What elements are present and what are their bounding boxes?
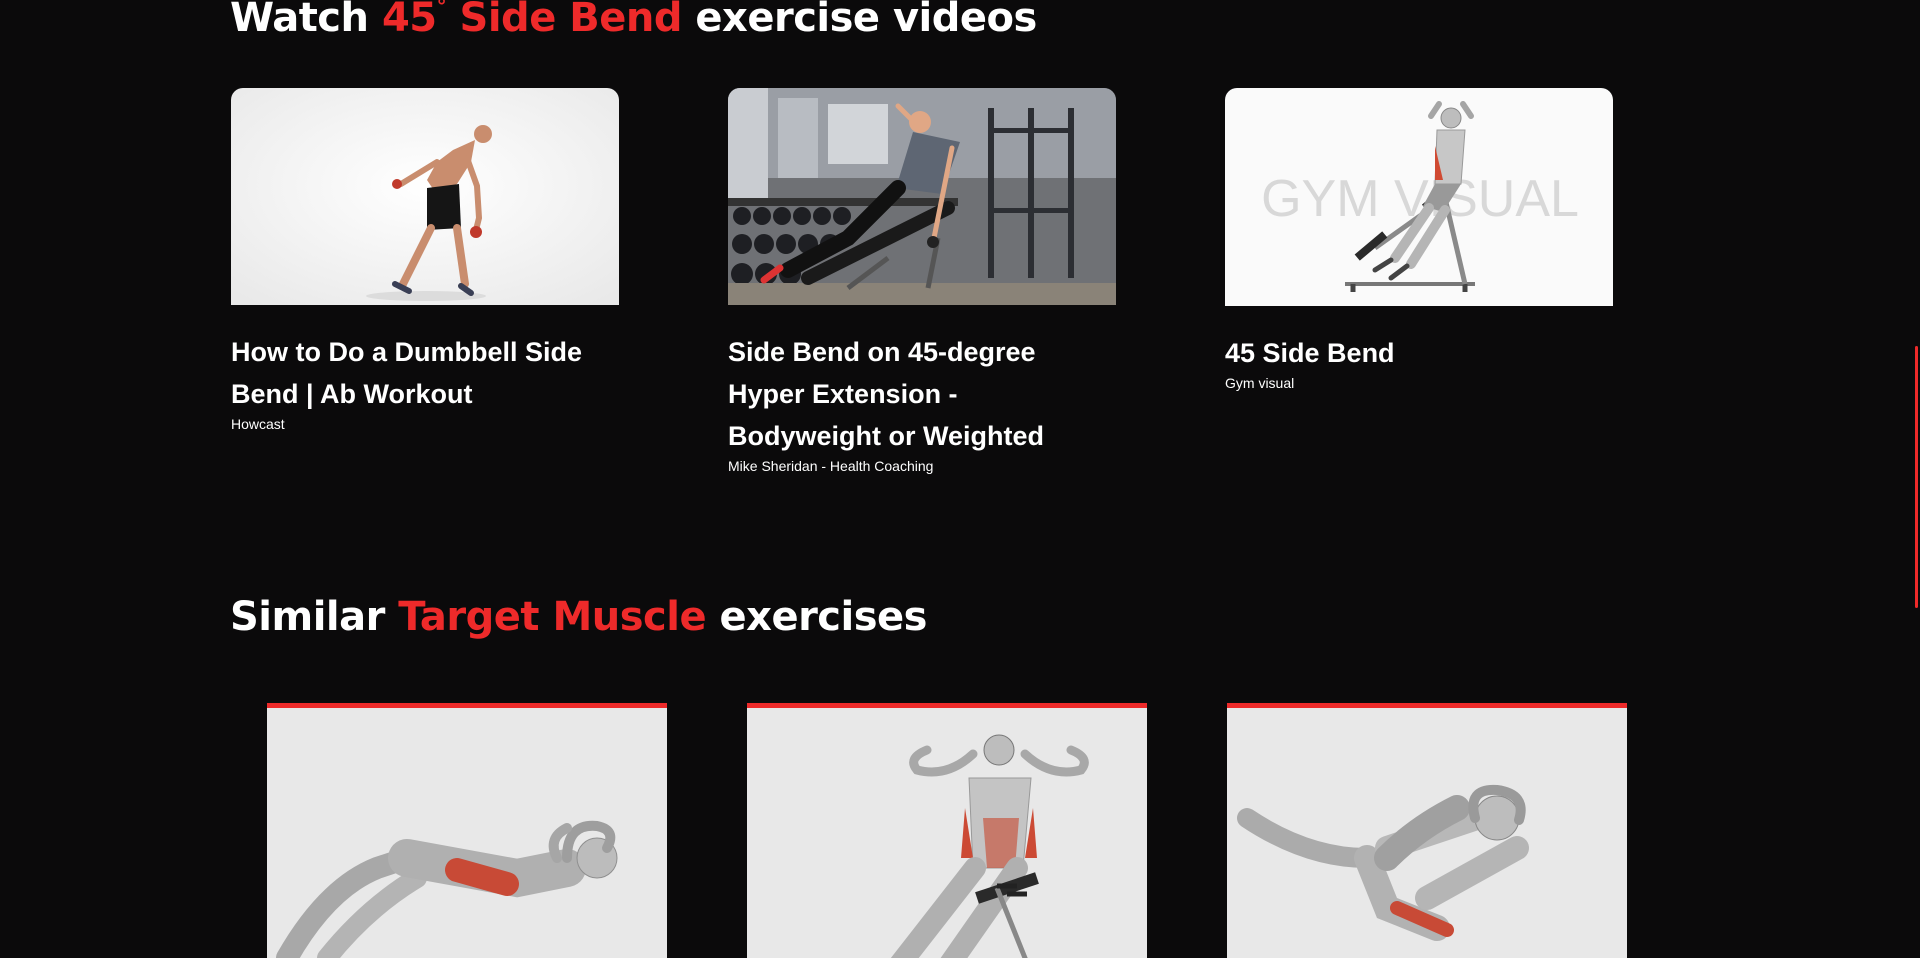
videos-title-accent-main: 45 xyxy=(381,0,437,41)
similar-title-accent: Target Muscle xyxy=(398,594,707,640)
incline-bench-twist-illustration-icon xyxy=(747,708,1147,958)
video-thumbnail-2[interactable] xyxy=(728,88,1116,305)
page: Watch 45° Side Bend exercise videos How … xyxy=(0,0,1920,958)
video-card-3[interactable]: GYM VISUAL 45 Side Bend Gym visual xyxy=(1225,88,1613,392)
exercise-card-2[interactable] xyxy=(747,703,1147,958)
similar-section-title: Similar Target Muscle exercises xyxy=(230,594,927,640)
scrollbar-thumb[interactable] xyxy=(1915,346,1918,608)
videos-title-accent: 45° Side Bend xyxy=(381,0,683,41)
video-channel-2: Mike Sheridan - Health Coaching xyxy=(728,458,934,474)
hyperextension-gym-thumbnail-icon xyxy=(728,88,1116,305)
degree-symbol: ° xyxy=(436,0,447,18)
video-title-1[interactable]: How to Do a Dumbbell Side Bend | Ab Work… xyxy=(231,331,619,415)
video-thumbnail-3[interactable]: GYM VISUAL xyxy=(1225,88,1613,306)
video-channel-3: Gym visual xyxy=(1225,375,1295,391)
similar-title-suffix: exercises xyxy=(719,594,928,640)
video-card-1[interactable]: How to Do a Dumbbell Side Bend | Ab Work… xyxy=(231,88,619,433)
video-title-2[interactable]: Side Bend on 45-degree Hyper Extension -… xyxy=(728,331,1116,457)
video-card-2[interactable]: Side Bend on 45-degree Hyper Extension -… xyxy=(728,88,1116,475)
lying-crunch-illustration-icon xyxy=(267,708,667,958)
videos-title-prefix: Watch xyxy=(230,0,369,41)
video-thumbnail-1[interactable] xyxy=(231,88,619,305)
bicycle-crunch-illustration-icon xyxy=(1227,708,1627,958)
exercise-card-1[interactable] xyxy=(267,703,667,958)
videos-title-accent-rest: Side Bend xyxy=(446,0,683,41)
similar-title-prefix: Similar xyxy=(230,594,385,640)
dumbbell-side-bend-thumbnail-icon xyxy=(231,88,619,305)
exercise-card-3[interactable] xyxy=(1227,703,1627,958)
video-title-3[interactable]: 45 Side Bend xyxy=(1225,332,1613,374)
videos-title-suffix: exercise videos xyxy=(695,0,1037,41)
gym-visual-thumbnail-icon: GYM VISUAL xyxy=(1225,88,1613,306)
page-scrollbar[interactable] xyxy=(1914,0,1920,958)
videos-section-title: Watch 45° Side Bend exercise videos xyxy=(230,0,1037,41)
video-channel-1: Howcast xyxy=(231,416,285,432)
